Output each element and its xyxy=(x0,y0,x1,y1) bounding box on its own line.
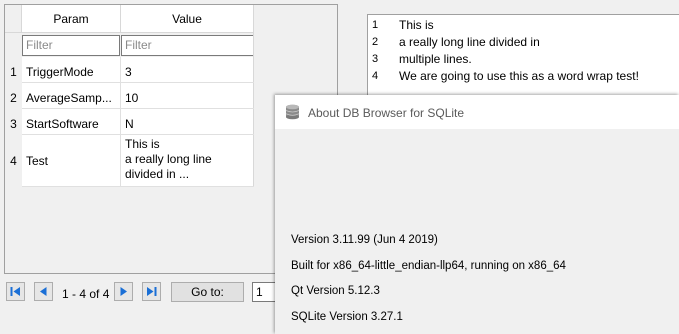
next-page-icon xyxy=(120,287,127,296)
last-page-icon xyxy=(147,287,157,296)
line-number: 3 xyxy=(372,53,379,65)
value-cell[interactable]: 3 xyxy=(125,65,251,80)
value-cell[interactable]: N xyxy=(125,117,251,132)
column-header-value[interactable]: Value xyxy=(121,5,254,33)
editor-line[interactable]: This is xyxy=(399,18,434,32)
dialog-titlebar[interactable]: About DB Browser for SQLite xyxy=(275,95,679,129)
value-line: a really long line xyxy=(125,152,212,166)
param-cell[interactable]: Test xyxy=(24,154,123,168)
database-icon xyxy=(285,104,300,120)
last-page-button[interactable] xyxy=(142,282,161,301)
column-divider xyxy=(253,5,254,187)
row-number: 4 xyxy=(5,154,22,168)
filter-input-param[interactable]: Filter xyxy=(22,35,120,56)
param-cell[interactable]: TriggerMode xyxy=(24,65,123,79)
first-page-icon xyxy=(10,287,20,296)
dialog-title: About DB Browser for SQLite xyxy=(308,106,465,120)
qt-version-text: Qt Version 5.12.3 xyxy=(291,285,380,297)
row-number: 2 xyxy=(5,91,22,105)
row-number-header[interactable] xyxy=(5,5,22,33)
column-header-param[interactable]: Param xyxy=(22,5,121,33)
about-dialog: About DB Browser for SQLite Version 3.11… xyxy=(275,95,679,334)
line-number: 4 xyxy=(372,70,379,82)
sqlite-version-text: SQLite Version 3.27.1 xyxy=(291,311,403,323)
previous-page-icon xyxy=(40,287,47,296)
param-cell[interactable]: StartSoftware xyxy=(24,117,123,131)
line-number: 1 xyxy=(372,19,379,31)
next-page-button[interactable] xyxy=(114,282,133,301)
value-line: This is xyxy=(125,137,160,151)
line-number: 2 xyxy=(372,36,379,48)
value-cell[interactable]: This is a really long line divided in ..… xyxy=(125,137,251,182)
value-cell[interactable]: 10 xyxy=(125,91,251,106)
version-text: Version 3.11.99 (Jun 4 2019) xyxy=(291,234,438,246)
editor-line[interactable]: We are going to use this as a word wrap … xyxy=(399,69,639,83)
value-line: divided in ... xyxy=(125,167,190,181)
goto-button[interactable]: Go to: xyxy=(171,282,244,302)
param-cell[interactable]: AverageSamp... xyxy=(24,91,123,105)
editor-line[interactable]: a really long line divided in xyxy=(399,35,540,49)
previous-page-button[interactable] xyxy=(34,282,53,301)
editor-line[interactable]: multiple lines. xyxy=(399,52,472,66)
row-number: 3 xyxy=(5,117,22,131)
build-info-text: Built for x86_64-little_endian-llp64, ru… xyxy=(291,260,566,272)
page-indicator: 1 - 4 of 4 xyxy=(62,287,110,301)
filter-input-value[interactable]: Filter xyxy=(121,35,254,56)
row-number: 1 xyxy=(5,65,22,79)
text-editor[interactable]: 1 This is 2 a really long line divided i… xyxy=(367,14,679,98)
first-page-button[interactable] xyxy=(6,282,25,301)
